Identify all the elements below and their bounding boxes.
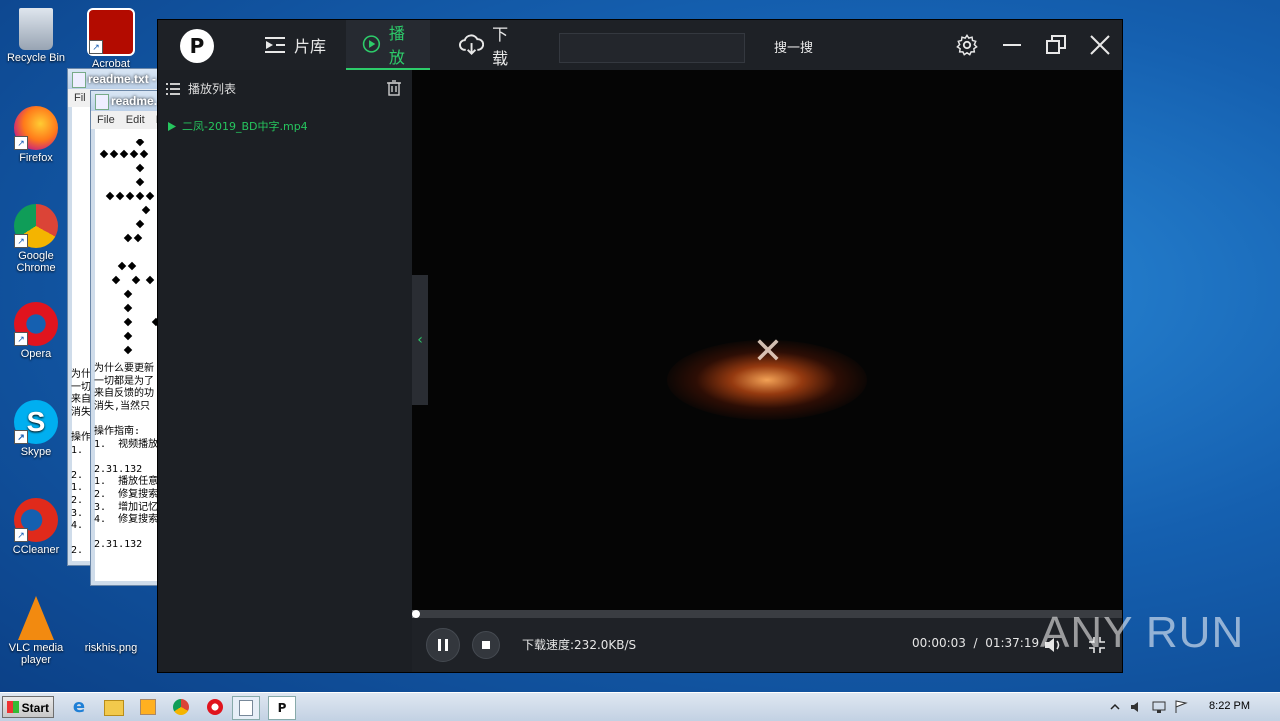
playlist-item-name: 二凤-2019_BD中字.mp4: [182, 120, 308, 133]
taskbar-clock[interactable]: 8:22 PM: [1209, 700, 1250, 712]
cloud-download-icon: [459, 34, 485, 56]
desktop-icon-label: Opera: [20, 348, 52, 360]
notepad-line: 来自反馈的功: [94, 388, 154, 400]
total-time: 01:37:19: [985, 636, 1040, 650]
recycle-bin-icon: [19, 8, 53, 50]
tab-library-label: 片库: [294, 37, 327, 56]
notepad-line: 操作指南:: [94, 425, 141, 437]
seek-bar-thumb[interactable]: [412, 610, 420, 618]
taskbar-ie-icon[interactable]: e: [66, 696, 92, 718]
playlist-header: 播放列表: [166, 80, 236, 97]
play-circle-icon: [362, 35, 381, 53]
desktop-icon-label: Skype: [20, 446, 52, 458]
playing-indicator-icon: [168, 121, 176, 131]
notepad-line: 1. 播放任意: [94, 476, 159, 488]
tray-flag-icon[interactable]: [1174, 700, 1188, 714]
taskbar-chrome-icon[interactable]: [168, 696, 194, 718]
player-topbar[interactable]: P 片库 播放 下载 搜一搜: [158, 20, 1122, 70]
desktop-icon-recycle-bin[interactable]: Recycle Bin: [1, 8, 71, 64]
taskbar-explorer-icon[interactable]: [100, 696, 126, 718]
playback-controls: 下载速度:232.0KB/S 00:00:03 / 01:37:19: [412, 618, 1122, 672]
desktop-icon-label: riskhis.png: [84, 642, 138, 654]
taskbar: Start e P 8:22 PM: [0, 692, 1280, 721]
sidebar-collapse-toggle[interactable]: ‹: [412, 275, 428, 405]
time-display: 00:00:03 / 01:37:19: [912, 636, 1040, 650]
desktop-icon-acrobat[interactable]: ↗ Acrobat: [76, 8, 146, 70]
search-input[interactable]: [559, 33, 745, 63]
vlc-cone-icon: [18, 596, 54, 640]
tab-play[interactable]: 播放: [346, 20, 430, 70]
taskbar-player-icon[interactable]: P: [268, 696, 296, 720]
library-icon: [265, 37, 285, 53]
video-area[interactable]: ✕: [412, 70, 1122, 610]
pause-button[interactable]: [426, 628, 460, 662]
anyrun-watermark: ANY RUN: [1040, 608, 1245, 657]
tray-network-icon[interactable]: [1152, 700, 1166, 714]
stop-button[interactable]: [472, 631, 500, 659]
settings-gear-icon[interactable]: [956, 34, 978, 56]
notepad-body-lines: 为什么要更新 一切都是为了 来自反馈的功 消失,当然只 操作指南: 1. 视频播放 2.…: [94, 363, 158, 552]
playlist-title: 播放列表: [188, 82, 237, 96]
desktop-icon-opera[interactable]: ↗ Opera: [1, 302, 71, 360]
desktop-icon-label: Recycle Bin: [6, 52, 66, 64]
desktop-icon-vlc[interactable]: VLC media player: [1, 596, 71, 666]
firefox-icon: ↗: [14, 106, 58, 150]
playlist-item[interactable]: 二凤-2019_BD中字.mp4: [168, 118, 308, 134]
desktop-icon-label: Firefox: [19, 152, 53, 164]
desktop-icon-label: Google Chrome: [16, 250, 56, 274]
desktop-icon-ccleaner[interactable]: ↗ CCleaner: [1, 498, 71, 556]
taskbar-opera-icon[interactable]: [202, 696, 228, 718]
tab-library[interactable]: 片库: [248, 20, 344, 70]
tab-download[interactable]: 下载: [443, 20, 539, 70]
notepad-line: 3. 增加记忆: [94, 501, 159, 513]
notepad-line: [94, 527, 158, 540]
tab-play-label: 播放: [388, 24, 405, 67]
desktop-icon-skype[interactable]: S ↗ Skype: [1, 400, 71, 458]
notepad-line: 一切都是为了: [94, 375, 154, 387]
notepad-title[interactable]: readme.txt -: [68, 69, 168, 89]
tray-volume-icon[interactable]: [1130, 700, 1144, 714]
desktop-icon-label: CCleaner: [12, 544, 60, 556]
taskbar-media-player-icon[interactable]: [134, 696, 160, 718]
desktop-icon-label: VLC media player: [8, 642, 64, 666]
ccleaner-icon: ↗: [14, 498, 58, 542]
notepad-line: 2.31.132: [94, 539, 143, 551]
pause-icon: [438, 639, 448, 651]
desktop-icon-firefox[interactable]: ↗ Firefox: [1, 106, 71, 164]
notepad-line: 4. 修复搜索: [94, 514, 159, 526]
seek-bar[interactable]: [412, 610, 1122, 618]
app-logo[interactable]: P: [180, 29, 214, 63]
notepad-line: 2. 修复搜索: [94, 488, 159, 500]
notepad-line: 2.31.132: [94, 463, 143, 475]
search-button[interactable]: 搜一搜: [774, 37, 813, 56]
desktop-icon-riskhis[interactable]: riskhis.png: [76, 596, 146, 654]
image-file-icon: [89, 596, 133, 640]
notepad-line: [94, 451, 158, 464]
acrobat-icon: ↗: [87, 8, 135, 56]
opera-icon: ↗: [14, 302, 58, 346]
list-icon: [166, 82, 180, 95]
restore-icon[interactable]: [1045, 34, 1067, 56]
player-window[interactable]: P 片库 播放 下载 搜一搜 播放列表 二凤-2019_BD中字.mp4 ✕ ‹…: [158, 20, 1122, 672]
taskbar-notepad-icon[interactable]: [232, 696, 260, 720]
desktop-icon-chrome[interactable]: ↗ Google Chrome: [1, 204, 71, 274]
trash-icon[interactable]: [386, 80, 402, 96]
diamond-ascii-art: [99, 139, 161, 355]
playlist-sidebar: 播放列表 二凤-2019_BD中字.mp4: [158, 70, 412, 672]
tray-expand-icon[interactable]: [1110, 702, 1120, 712]
notepad-line: 为什么要更新: [94, 363, 154, 374]
video-frame-x-logo: ✕: [752, 331, 784, 372]
download-speed: 下载速度:232.0KB/S: [522, 638, 637, 652]
chrome-icon: ↗: [14, 204, 58, 248]
minimize-icon[interactable]: [1001, 34, 1023, 56]
skype-icon: S ↗: [14, 400, 58, 444]
notepad-line: 1. 视频播放: [94, 438, 159, 450]
current-time: 00:00:03: [912, 636, 966, 650]
notepad-line: [94, 413, 158, 426]
notepad-line: 消失,当然只: [94, 400, 151, 412]
start-button[interactable]: Start: [2, 696, 54, 718]
tab-download-label: 下载: [492, 25, 509, 68]
stop-icon: [482, 641, 490, 649]
close-icon[interactable]: [1089, 34, 1111, 56]
